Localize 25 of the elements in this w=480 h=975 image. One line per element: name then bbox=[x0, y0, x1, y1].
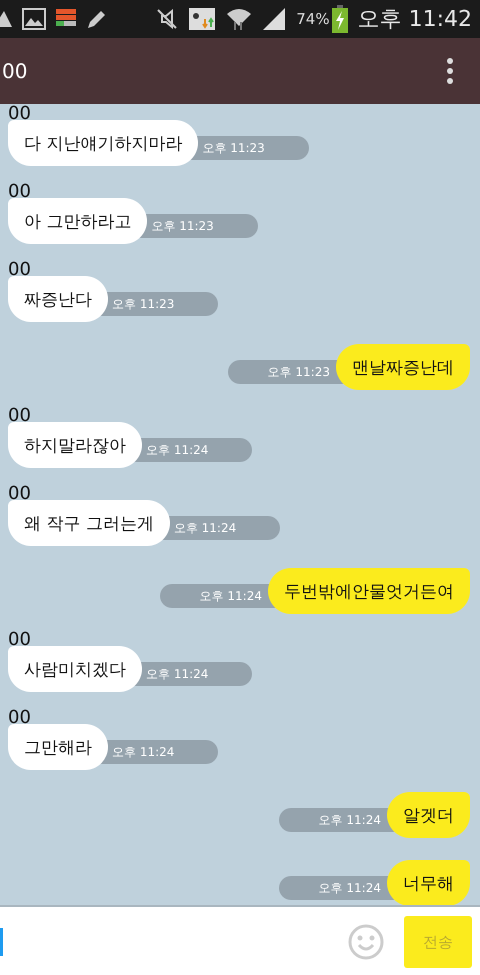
message-bubble: 아 그만하라고 bbox=[8, 198, 148, 244]
send-button[interactable]: 전송 bbox=[404, 916, 472, 968]
battery-icon bbox=[332, 5, 348, 33]
wifi-icon bbox=[226, 6, 252, 32]
message-bubble: 너무해 bbox=[387, 860, 470, 905]
notification-icon bbox=[188, 7, 216, 31]
battery-percent: 74% bbox=[296, 10, 330, 28]
muted-icon bbox=[156, 8, 178, 30]
more-menu-icon[interactable] bbox=[446, 57, 454, 85]
message-bubble: 두번밖에안물엇거든여 bbox=[268, 568, 470, 614]
message-bubble: 알겟더 bbox=[387, 792, 470, 838]
message-bubble: 맨날짜증난데 bbox=[336, 344, 470, 390]
message-bubble: 하지말라잖아 bbox=[8, 422, 142, 468]
message-bubble: 다 지난얘기하지마라 bbox=[8, 120, 198, 166]
clock: 오후 11:42 bbox=[358, 6, 472, 34]
signal-icon bbox=[262, 7, 286, 31]
chat-title: 00 bbox=[2, 59, 28, 83]
message-bubble: 왜 작구 그러는게 bbox=[8, 500, 170, 546]
image-icon bbox=[22, 8, 46, 30]
pencil-icon bbox=[86, 8, 108, 30]
message-bubble: 그만해라 bbox=[8, 724, 108, 770]
message-bubble: 짜증난다 bbox=[8, 276, 108, 322]
app-icon bbox=[56, 9, 76, 29]
message-bubble: 사람미치겠다 bbox=[8, 646, 142, 692]
smiley-icon[interactable] bbox=[348, 924, 384, 960]
